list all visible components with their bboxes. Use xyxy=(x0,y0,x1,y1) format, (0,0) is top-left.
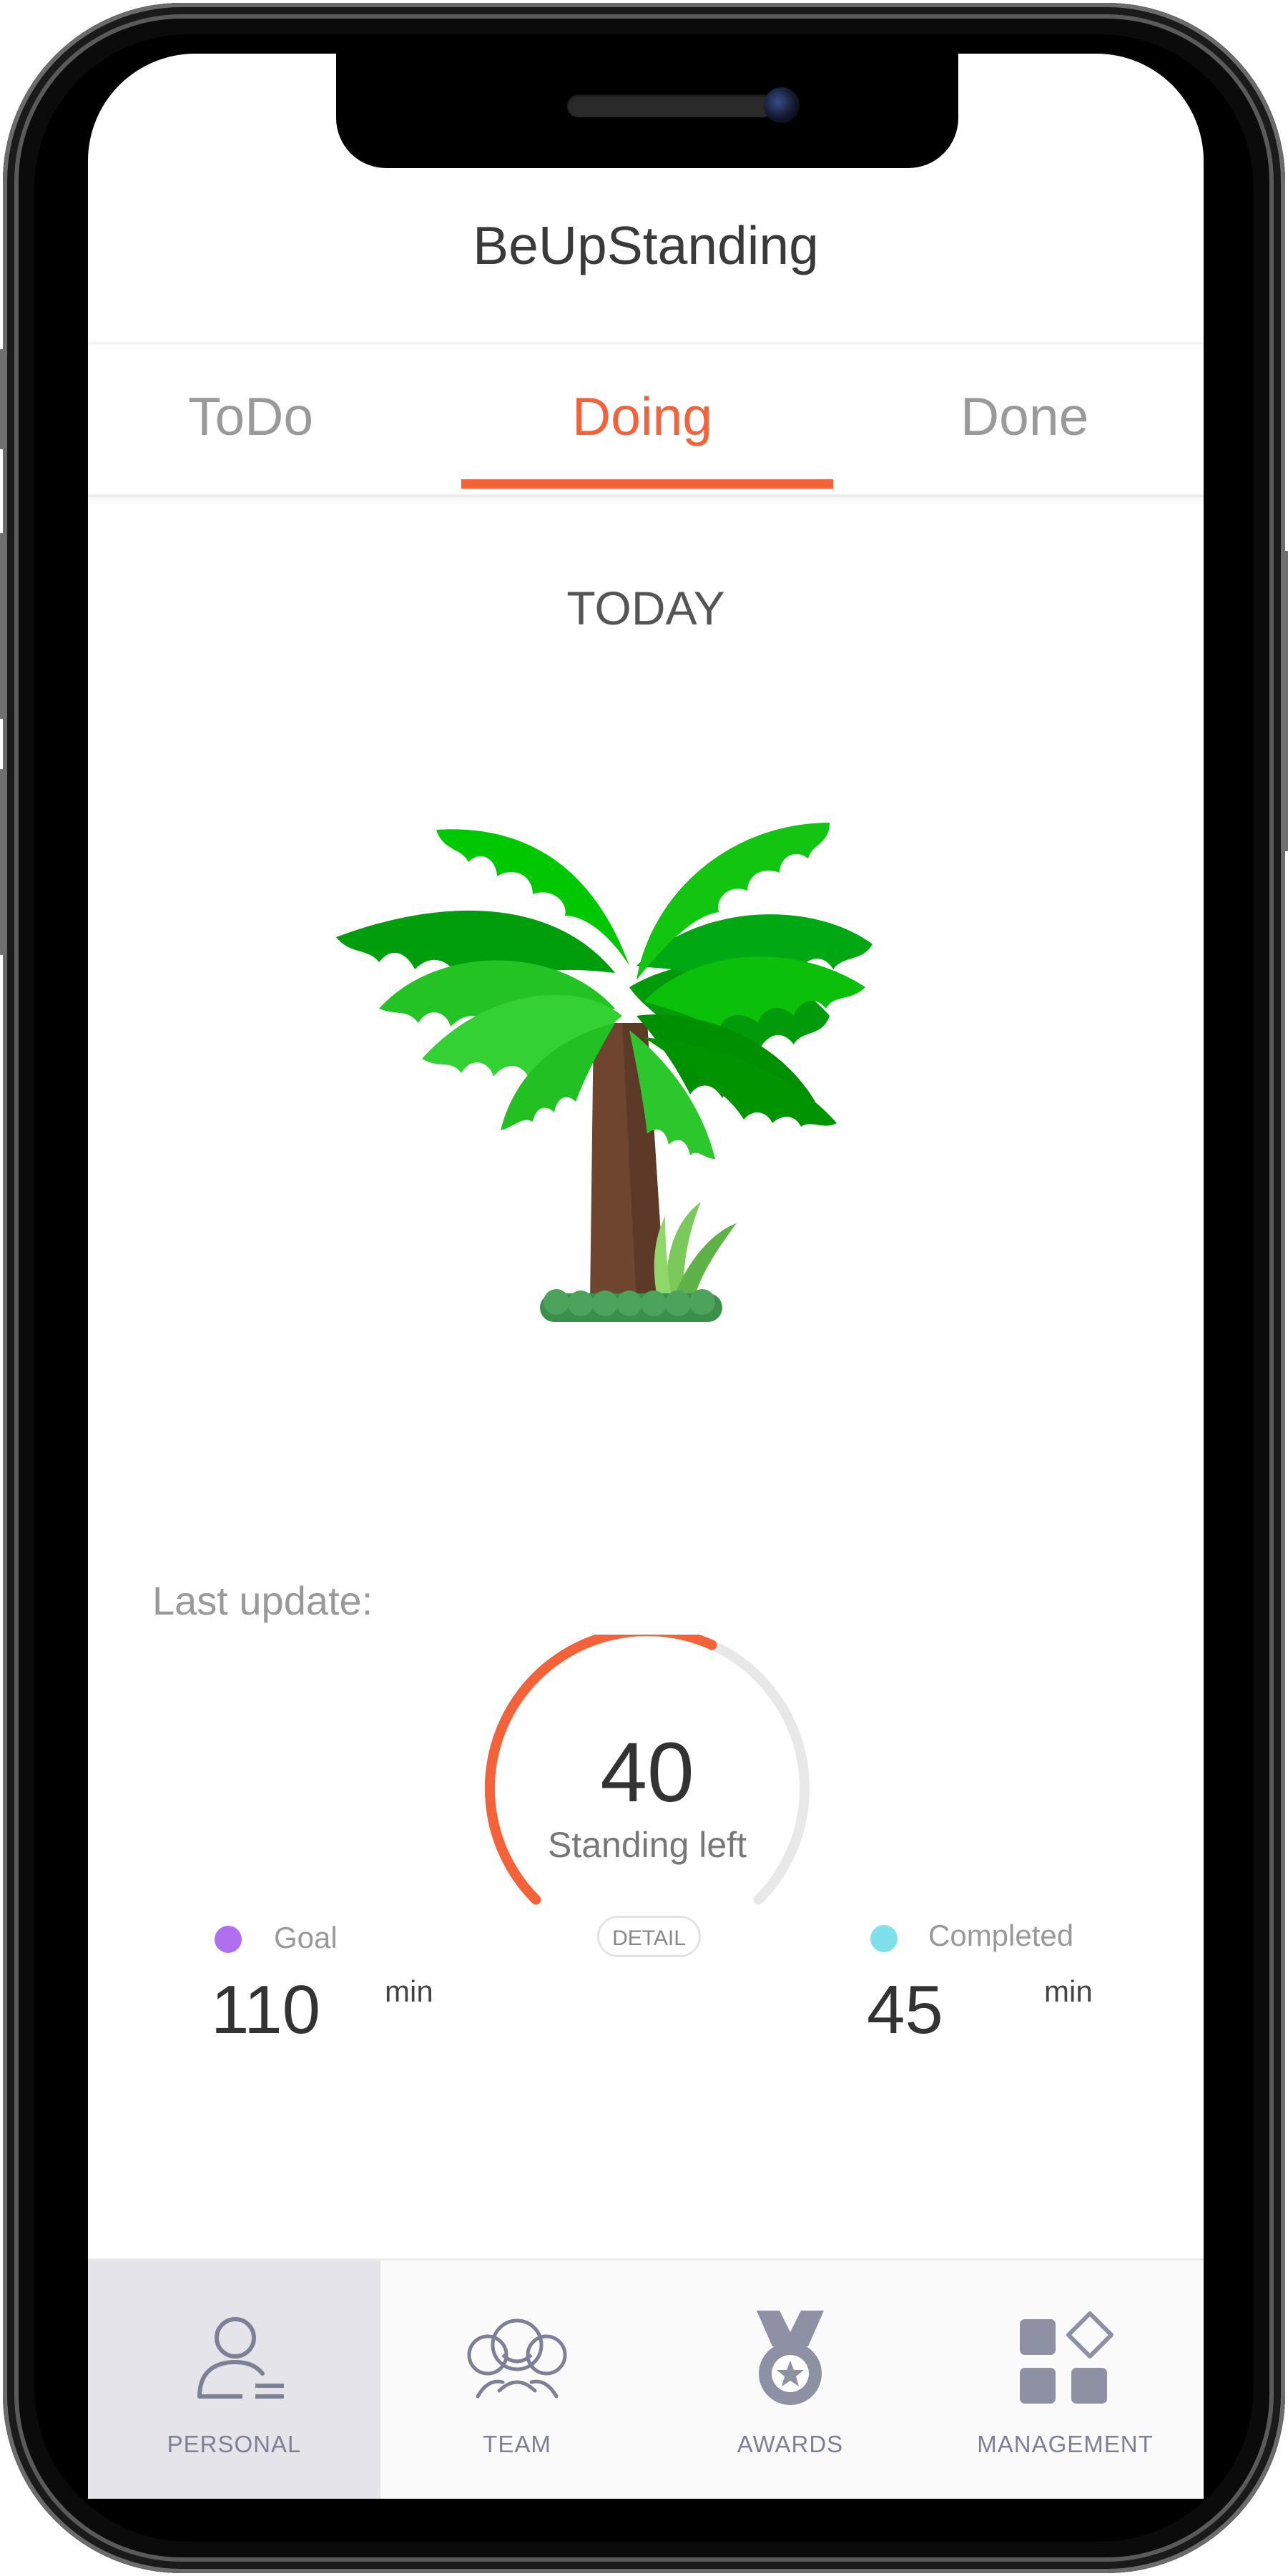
completed-legend-dot xyxy=(870,1925,898,1952)
standing-left-value: 40 xyxy=(600,1725,694,1820)
goal-value: 110 xyxy=(211,1972,321,2048)
speaker-grille xyxy=(567,94,775,117)
side-button-power xyxy=(1281,551,1288,851)
person-list-icon xyxy=(197,2317,284,2399)
standing-left-label: Standing left xyxy=(548,1825,747,1865)
grid-diamond-icon xyxy=(1019,2311,1114,2404)
side-button-volume-down xyxy=(0,769,7,955)
detail-button[interactable]: DETAIL xyxy=(597,1916,701,1957)
nav-item-management[interactable]: MANAGEMENT xyxy=(927,2261,1204,2499)
day-label: TODAY xyxy=(566,582,725,635)
nav-label-awards: AWARDS xyxy=(737,2431,844,2457)
last-update-label: Last update: xyxy=(152,1578,373,1623)
tab-bar: ToDo Doing Done xyxy=(88,342,1204,497)
active-tab-indicator xyxy=(461,479,833,489)
nav-item-awards[interactable]: AWARDS xyxy=(654,2261,927,2499)
app-title: BeUpStanding xyxy=(473,215,819,275)
front-camera xyxy=(764,87,800,123)
nav-item-team[interactable]: TEAM xyxy=(380,2261,654,2499)
tab-todo[interactable]: ToDo xyxy=(188,386,313,447)
goal-legend-dot xyxy=(215,1926,242,1953)
nav-label-team: TEAM xyxy=(483,2431,551,2457)
nav-label-management: MANAGEMENT xyxy=(977,2431,1154,2457)
completed-label: Completed xyxy=(928,1919,1074,1952)
medal-icon xyxy=(757,2311,824,2405)
nav-label-personal: PERSONAL xyxy=(167,2431,302,2457)
completed-value: 45 xyxy=(867,1972,943,2048)
side-button-mute xyxy=(0,349,7,449)
team-icon xyxy=(467,2318,567,2399)
side-button-volume-up xyxy=(0,533,7,719)
completed-unit: min xyxy=(1044,1974,1093,2008)
goal-label: Goal xyxy=(274,1921,338,1954)
nav-item-personal[interactable]: PERSONAL xyxy=(88,2261,380,2499)
goal-unit: min xyxy=(385,1974,433,2008)
tab-done[interactable]: Done xyxy=(960,386,1088,447)
tab-doing[interactable]: Doing xyxy=(572,386,712,447)
bottom-nav: PERSONAL TEAM AWARDS MANAGEMENT xyxy=(88,2258,1204,2499)
palm-tree-illustration xyxy=(336,823,872,1322)
